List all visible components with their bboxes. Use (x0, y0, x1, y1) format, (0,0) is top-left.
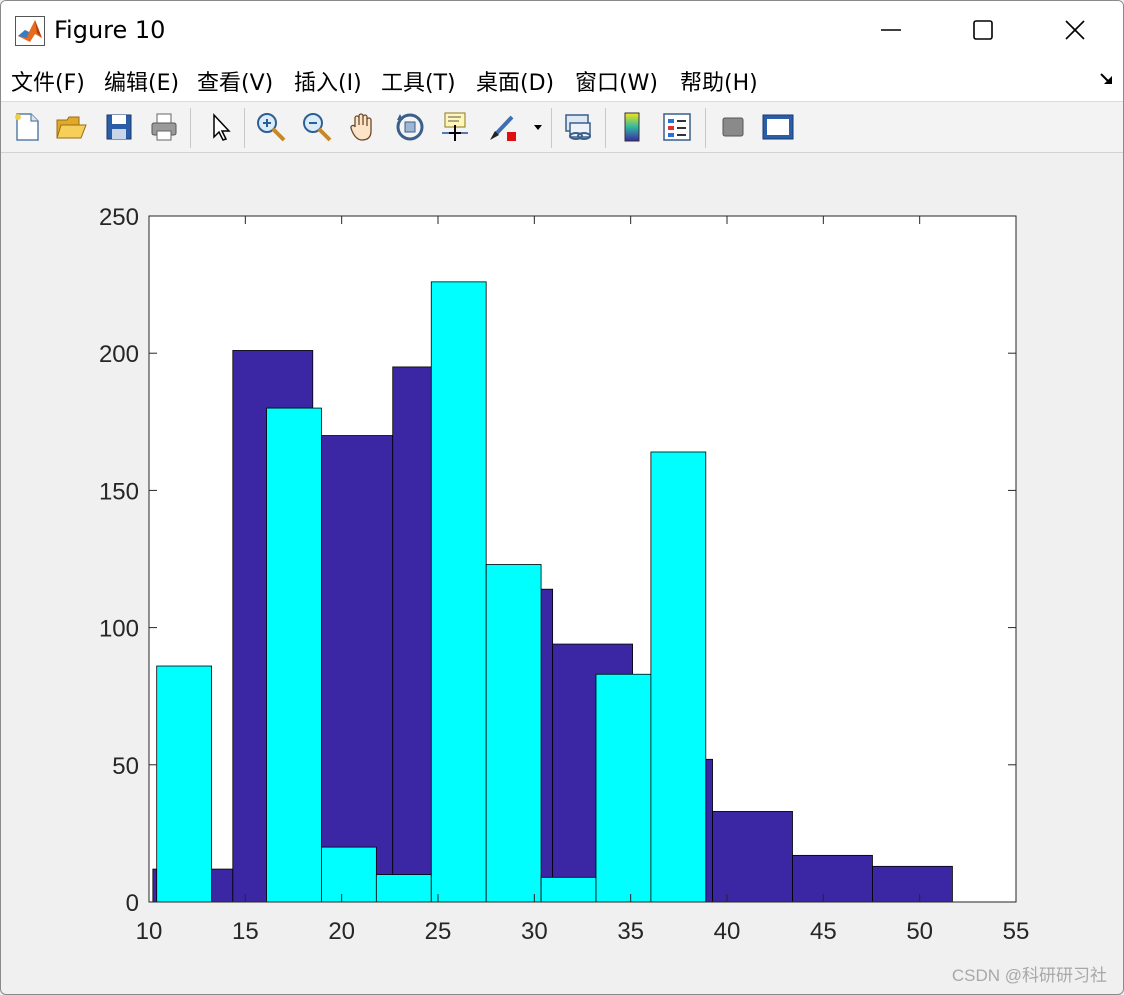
histogram-chart[interactable]: 10 15 20 25 30 35 40 45 50 55 0 50 100 150 200 250 (1, 153, 1124, 995)
histogram-bar-series2-bin3[interactable] (266, 407, 322, 903)
histogram-bar-series2-bin9[interactable] (595, 673, 652, 903)
menu-file[interactable]: 文件(F) (11, 65, 85, 97)
menu-desktop[interactable]: 桌面(D) (476, 65, 554, 97)
x-tick-label: 35 (617, 918, 644, 945)
menu-edit[interactable]: 编辑(E) (104, 65, 179, 97)
menu-bar: 文件(F) 编辑(E) 查看(V) 插入(I) 工具(T) 桌面(D) 窗口(W… (1, 59, 1123, 102)
print-icon (151, 113, 177, 141)
figure-canvas: 10 15 20 25 30 35 40 45 50 55 0 50 100 150 200 250 (1, 153, 1124, 995)
histogram-bar-series1-bin3[interactable] (312, 435, 394, 903)
y-tick-label: 0 (126, 890, 139, 917)
y-tick-label: 200 (99, 341, 139, 368)
watermark: CSDN @科研研习社 (951, 966, 1107, 985)
brush-icon (490, 115, 516, 141)
rotate-3d-icon (396, 113, 424, 141)
zoom-out-button[interactable] (300, 110, 334, 144)
y-tick-label: 100 (99, 616, 139, 643)
y-tick-label: 250 (99, 204, 139, 231)
colorbar-icon (624, 112, 640, 142)
histogram-bar-series2-bin4[interactable] (321, 846, 377, 903)
maximize-icon (973, 20, 993, 40)
open-button[interactable] (54, 110, 88, 144)
brush-dropdown-button[interactable] (529, 110, 547, 144)
toolbar-separator (190, 108, 191, 148)
select-button[interactable] (203, 110, 237, 144)
brush-button[interactable] (486, 110, 520, 144)
show-plot-tools-icon (762, 114, 794, 140)
dock-arrow-icon[interactable] (1099, 71, 1115, 87)
maximize-button[interactable] (937, 1, 1029, 59)
legend-icon (663, 113, 691, 141)
x-tick-label: 20 (328, 918, 355, 945)
histogram-bar-series1-bin8[interactable] (712, 811, 793, 903)
menu-help[interactable]: 帮助(H) (680, 65, 758, 97)
save-button[interactable] (102, 110, 136, 144)
save-icon (106, 114, 132, 140)
close-button[interactable] (1029, 1, 1121, 59)
histogram-bar-series1-bin9[interactable] (792, 854, 873, 903)
data-cursor-button[interactable] (438, 110, 472, 144)
toolbar-separator (551, 108, 552, 148)
new-figure-icon (15, 113, 39, 141)
zoom-in-icon (257, 113, 286, 142)
pan-hand-icon (350, 113, 372, 141)
menu-view[interactable]: 查看(V) (197, 65, 273, 97)
x-tick-label: 45 (810, 918, 837, 945)
colorbar-button[interactable] (615, 110, 649, 144)
x-tick-label: 55 (1003, 918, 1030, 945)
data-cursor-icon (442, 112, 468, 141)
x-tick-label: 50 (906, 918, 933, 945)
figure-window: Figure 10 文件(F) 编辑(E) 查看(V) 插入(I) 工具(T) … (0, 0, 1124, 995)
link-plot-button[interactable] (561, 110, 595, 144)
pan-button[interactable] (346, 110, 380, 144)
menu-window[interactable]: 窗口(W) (575, 65, 658, 97)
minimize-button[interactable] (845, 1, 937, 59)
histogram-bar-series2-bin1[interactable] (156, 665, 213, 903)
figure-toolbar (1, 102, 1123, 153)
x-tick-label: 40 (714, 918, 741, 945)
new-figure-button[interactable] (10, 110, 44, 144)
x-tick-label: 30 (521, 918, 548, 945)
x-tick-label: 10 (136, 918, 163, 945)
toolbar-separator (244, 108, 245, 148)
show-plot-tools-button[interactable] (761, 110, 795, 144)
zoom-out-icon (303, 113, 332, 142)
title-bar[interactable]: Figure 10 (1, 1, 1123, 59)
link-plot-icon (565, 114, 591, 140)
toolbar-separator (605, 108, 606, 148)
print-button[interactable] (147, 110, 181, 144)
x-tick-label: 15 (232, 918, 259, 945)
close-icon (1065, 20, 1085, 40)
histogram-bar-series1-bin10[interactable] (872, 865, 953, 903)
histogram-bar-series2-bin8[interactable] (540, 876, 597, 903)
y-tick-label: 50 (112, 753, 139, 780)
histogram-bar-series2-bin7[interactable] (485, 564, 542, 903)
hide-plot-tools-button[interactable] (716, 110, 750, 144)
legend-button[interactable] (660, 110, 694, 144)
open-folder-icon (56, 116, 87, 139)
menu-insert[interactable]: 插入(I) (294, 65, 362, 97)
matlab-logo-icon (15, 16, 45, 46)
toolbar-separator (705, 108, 706, 148)
window-title: Figure 10 (54, 16, 166, 44)
minimize-icon (881, 29, 901, 31)
hide-plot-tools-icon (722, 117, 744, 137)
y-tick-label: 150 (99, 478, 139, 505)
x-tick-label: 25 (425, 918, 452, 945)
rotate-button[interactable] (393, 110, 427, 144)
menu-tools[interactable]: 工具(T) (381, 65, 456, 97)
histogram-bar-series2-bin5[interactable] (375, 874, 432, 903)
dropdown-arrow-icon (534, 125, 542, 130)
histogram-bar-series2-bin10[interactable] (650, 451, 707, 903)
pointer-icon (213, 113, 231, 141)
histogram-bar-series2-bin6[interactable] (430, 281, 487, 903)
zoom-in-button[interactable] (254, 110, 288, 144)
